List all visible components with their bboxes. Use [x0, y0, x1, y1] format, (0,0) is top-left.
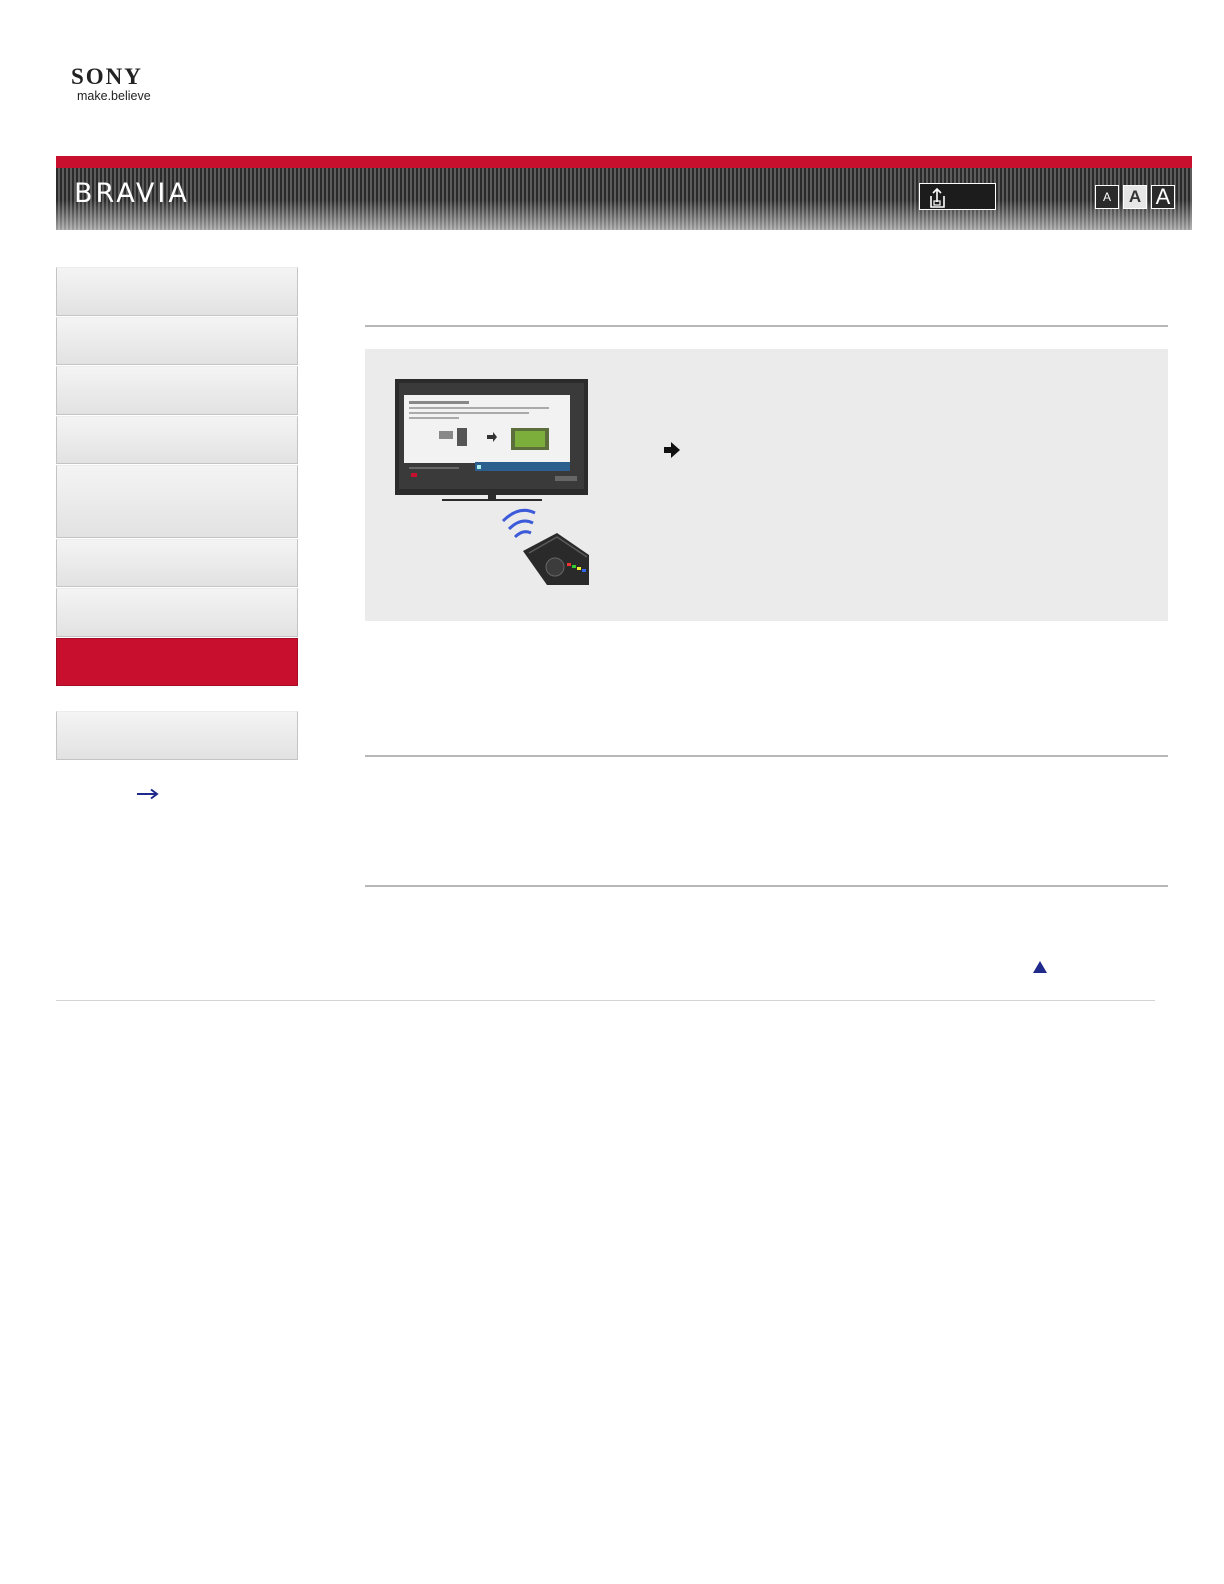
font-size-small-button[interactable]: A — [1095, 185, 1119, 209]
back-to-top-link[interactable] — [1033, 960, 1047, 978]
header-banner: BRAVIA A A A — [56, 156, 1192, 230]
print-icon — [930, 187, 945, 208]
sidebar-secondary-item[interactable] — [56, 711, 298, 760]
sidebar-item-7[interactable] — [56, 588, 298, 637]
logo-tagline: make.believe — [77, 89, 151, 103]
sidebar-item-8-active[interactable] — [56, 638, 298, 686]
print-button[interactable] — [919, 183, 996, 210]
triangle-up-icon — [1033, 961, 1047, 973]
sidebar-item-2[interactable] — [56, 317, 298, 365]
sidebar-more-link[interactable] — [136, 787, 160, 800]
sidebar-item-3[interactable] — [56, 366, 298, 415]
feature-panel — [365, 349, 1168, 621]
section-divider — [365, 885, 1168, 887]
sidebar-item-6[interactable] — [56, 539, 298, 587]
sony-logo: SONY make.believe — [71, 64, 151, 103]
sidebar-item-1[interactable] — [56, 267, 298, 316]
sidebar-item-5[interactable] — [56, 465, 298, 538]
tv-remote-illustration — [395, 379, 589, 590]
sidebar-item-4[interactable] — [56, 416, 298, 464]
section-divider — [365, 325, 1168, 327]
font-size-controls: A A A — [1095, 185, 1175, 209]
arrow-right-icon — [137, 788, 159, 800]
logo-wordmark: SONY — [71, 64, 143, 89]
font-size-medium-button[interactable]: A — [1123, 185, 1147, 209]
font-size-large-button[interactable]: A — [1151, 185, 1175, 209]
product-title: BRAVIA — [74, 178, 190, 209]
section-divider — [365, 755, 1168, 757]
arrow-right-icon — [663, 441, 681, 464]
footer-divider — [56, 1000, 1155, 1001]
